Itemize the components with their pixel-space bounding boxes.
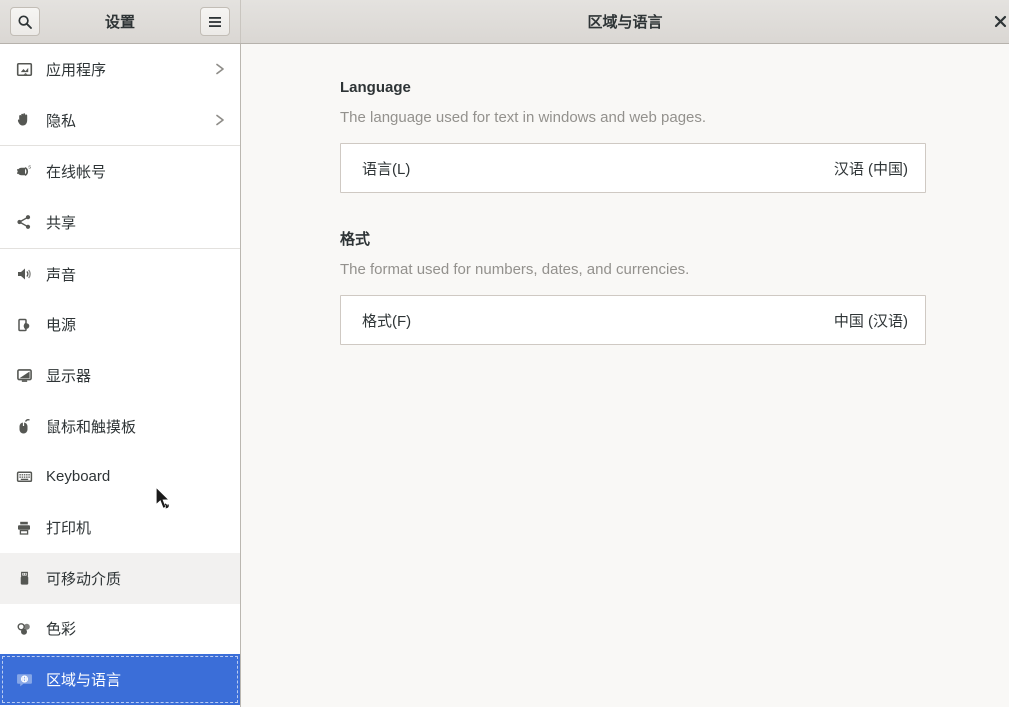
sidebar-item-displays[interactable]: 显示器 xyxy=(0,350,240,401)
sidebar-item-power[interactable]: 电源 xyxy=(0,299,240,350)
formats-row-value: 中国 (汉语) xyxy=(833,312,908,330)
sidebar-item-applications[interactable]: 应用程序 xyxy=(0,44,240,95)
sidebar-item-label: 声音 xyxy=(46,266,77,284)
formats-row-label: 格式(F) xyxy=(362,312,412,330)
close-x-icon xyxy=(994,15,1006,28)
chevron-right-icon xyxy=(216,114,224,126)
sidebar-item-label: 应用程序 xyxy=(46,61,107,79)
sidebar-item-label: 打印机 xyxy=(46,520,92,538)
sidebar-item-label: Keyboard xyxy=(46,468,111,486)
sidebar-item-sound[interactable]: 声音 xyxy=(0,249,240,300)
sidebar-item-region-language[interactable]: 区域与语言 xyxy=(0,654,240,705)
sidebar-item-privacy[interactable]: 隐私 xyxy=(0,95,240,146)
sidebar-title: 设置 xyxy=(104,14,135,31)
sidebar-item-label: 隐私 xyxy=(46,112,77,130)
color-icon xyxy=(15,620,33,638)
sidebar-item-label: 在线帐号 xyxy=(46,164,107,182)
sidebar-item-label: 鼠标和触摸板 xyxy=(46,418,137,436)
sidebar-item-keyboard[interactable]: Keyboard xyxy=(0,452,240,503)
sidebar-item-color[interactable]: 色彩 xyxy=(0,604,240,655)
region-language-panel: Language The language used for text in w… xyxy=(241,44,1009,707)
displays-icon xyxy=(15,366,33,384)
sound-icon xyxy=(15,265,33,283)
search-icon xyxy=(18,14,32,29)
language-section-description: The language used for text in windows an… xyxy=(340,109,707,126)
language-row[interactable]: 语言(L) 汉语 (中国) xyxy=(340,143,926,193)
language-row-value: 汉语 (中国) xyxy=(833,160,908,178)
svg-text:s: s xyxy=(28,165,31,171)
online-accounts-icon: s xyxy=(15,163,33,181)
region-language-icon xyxy=(15,671,33,689)
sidebar-item-online-accounts[interactable]: s 在线帐号 xyxy=(0,146,240,197)
formats-section-description: The format used for numbers, dates, and … xyxy=(340,261,690,278)
sidebar-item-removable-media[interactable]: 可移动介质 xyxy=(0,552,240,604)
sidebar-item-sharing[interactable]: 共享 xyxy=(0,197,240,248)
formats-section-title: 格式 xyxy=(340,231,371,248)
page-title: 区域与语言 xyxy=(587,14,663,31)
formats-row[interactable]: 格式(F) 中国 (汉语) xyxy=(340,295,926,345)
removable-media-icon xyxy=(15,569,33,587)
mouse-touchpad-icon xyxy=(15,417,33,435)
keyboard-icon xyxy=(15,468,33,486)
sidebar-item-printers[interactable]: 打印机 xyxy=(0,502,240,553)
primary-menu-button[interactable] xyxy=(199,7,230,36)
sidebar-item-label: 区域与语言 xyxy=(46,672,122,690)
sidebar-item-label: 显示器 xyxy=(46,367,92,385)
sidebar-item-label: 可移动介质 xyxy=(46,570,122,588)
sidebar-item-mouse-touchpad[interactable]: 鼠标和触摸板 xyxy=(0,401,240,452)
headerbar-main-section: 区域与语言 xyxy=(241,0,1009,43)
settings-sidebar: 应用程序 隐私 s 在线帐号 共享 声音 电源 显示器 鼠标和触摸板 Keybo… xyxy=(0,44,241,707)
printers-icon xyxy=(15,519,33,537)
sharing-icon xyxy=(15,213,33,231)
settings-window: 设置 区域与语言 应用程序 隐私 s 在线帐号 共享 声音 电源 显示器 鼠标和… xyxy=(0,0,1009,707)
language-section-title: Language xyxy=(340,79,411,96)
close-window-button[interactable] xyxy=(985,7,1009,36)
sidebar-item-label: 色彩 xyxy=(46,621,77,639)
headerbar: 设置 区域与语言 xyxy=(0,0,1009,44)
sidebar-item-label: 电源 xyxy=(46,317,77,335)
search-button[interactable] xyxy=(10,7,40,36)
chevron-right-icon xyxy=(216,63,224,75)
sidebar-item-label: 共享 xyxy=(46,214,77,232)
panel-content: Language The language used for text in w… xyxy=(340,44,926,345)
hamburger-menu-icon xyxy=(208,16,221,27)
privacy-icon xyxy=(15,111,33,129)
applications-icon xyxy=(15,60,33,78)
power-icon xyxy=(15,316,33,334)
language-row-label: 语言(L) xyxy=(362,160,411,178)
headerbar-sidebar-section: 设置 xyxy=(0,0,241,43)
